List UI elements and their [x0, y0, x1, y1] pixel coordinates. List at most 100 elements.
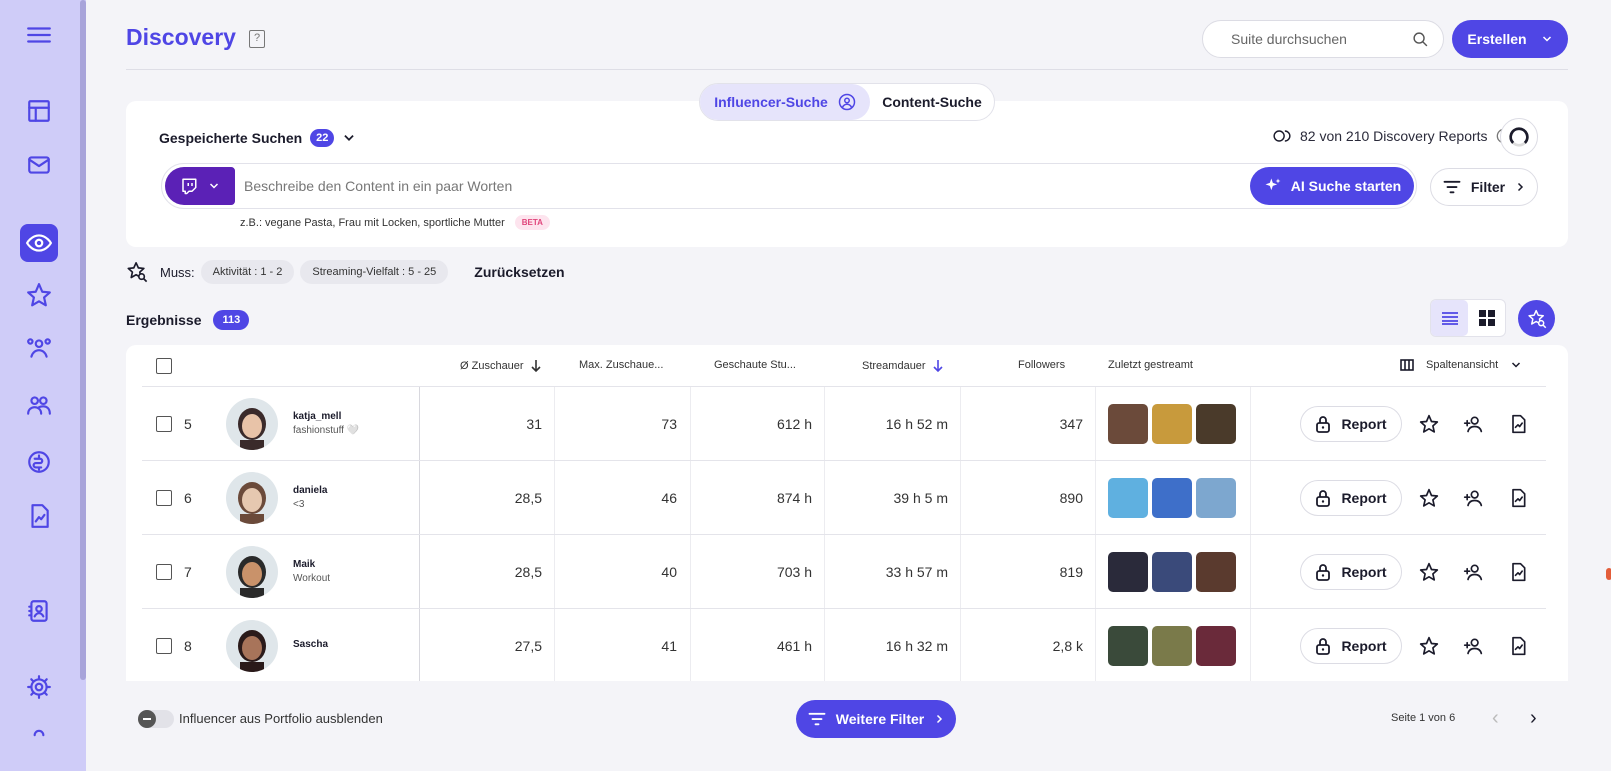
influencer-info[interactable]: daniela <3: [293, 461, 327, 534]
create-button[interactable]: Erstellen: [1452, 20, 1568, 58]
tab-influencer-search[interactable]: Influencer-Suche: [700, 84, 870, 120]
game-thumbnail[interactable]: [1108, 477, 1148, 518]
avatar[interactable]: [226, 535, 278, 608]
report-button[interactable]: Report: [1300, 535, 1402, 608]
col-hours-watched[interactable]: Geschaute Stu...: [714, 359, 796, 371]
chevron-down-icon: [344, 135, 355, 141]
col-last-streamed[interactable]: Zuletzt gestreamt: [1108, 359, 1193, 371]
avatar[interactable]: [226, 609, 278, 681]
filter-chip-streaming-variety[interactable]: Streaming-Vielfalt : 5 - 25: [300, 260, 449, 284]
table-row[interactable]: 8 Sascha 27,5 41 461 h 16 h 32 m 2,8 k R…: [142, 609, 1546, 681]
export-pdf-icon[interactable]: [1508, 561, 1530, 583]
game-thumbnail[interactable]: [1152, 625, 1192, 666]
export-pdf-icon[interactable]: [1508, 487, 1530, 509]
favorite-star-icon[interactable]: [1419, 487, 1441, 509]
row-checkbox[interactable]: [156, 387, 172, 460]
export-pdf-icon[interactable]: [1508, 413, 1530, 435]
reports-progress-button[interactable]: [1500, 118, 1538, 156]
star-icon[interactable]: [20, 276, 58, 314]
row-checkbox[interactable]: [156, 461, 172, 534]
game-thumbnail[interactable]: [1196, 403, 1236, 444]
ai-search-button[interactable]: AI Suche starten: [1250, 167, 1414, 205]
game-thumbnail[interactable]: [1108, 403, 1148, 444]
users-icon[interactable]: [20, 386, 58, 424]
influencer-handle[interactable]: Sascha: [293, 639, 328, 650]
favorite-star-icon[interactable]: [1419, 413, 1441, 435]
export-pdf-icon[interactable]: [1508, 635, 1530, 657]
column-view-dropdown[interactable]: Spaltenansicht: [1400, 359, 1522, 371]
prev-page-button[interactable]: ‹: [1492, 707, 1499, 730]
influencer-info[interactable]: Maik Workout: [293, 535, 330, 608]
table-row[interactable]: 6 daniela <3 28,5 46 874 h 39 h 5 m 890: [142, 461, 1546, 535]
table-row[interactable]: 5 katja_mell fashionstuff 🤍 31 73 612 h …: [142, 387, 1546, 461]
report-button[interactable]: Report: [1300, 609, 1402, 681]
game-thumbnail[interactable]: [1196, 625, 1236, 666]
col-viewers[interactable]: Ø Zuschauer: [460, 359, 542, 373]
add-user-icon[interactable]: [1463, 487, 1485, 509]
content-prompt-input[interactable]: [244, 167, 1244, 205]
suite-search-input[interactable]: Suite durchsuchen: [1202, 20, 1444, 58]
portfolio-toggle[interactable]: [138, 710, 174, 728]
col-max-viewers[interactable]: Max. Zuschaue...: [579, 359, 663, 371]
game-thumbnail[interactable]: [1196, 477, 1236, 518]
filter-button[interactable]: Filter: [1430, 168, 1538, 206]
mail-icon[interactable]: [20, 146, 58, 184]
gear-icon[interactable]: [20, 668, 58, 706]
chart-doc-icon[interactable]: [20, 497, 58, 535]
favorite-star-icon[interactable]: [1419, 635, 1441, 657]
report-button[interactable]: Report: [1300, 387, 1402, 460]
influencer-handle[interactable]: Maik: [293, 559, 315, 570]
game-thumbnail[interactable]: [1196, 551, 1236, 592]
influencer-info[interactable]: Sascha: [293, 609, 328, 681]
add-user-icon[interactable]: [1463, 635, 1485, 657]
game-thumbnail[interactable]: [1152, 477, 1192, 518]
col-stream-duration[interactable]: Streamdauer: [862, 359, 944, 373]
contact-book-icon[interactable]: [20, 592, 58, 630]
coin-icon[interactable]: [20, 443, 58, 481]
filter-chip-activity[interactable]: Aktivität : 1 - 2: [200, 260, 295, 284]
row-checkbox[interactable]: [156, 535, 172, 608]
table-row[interactable]: 7 Maik Workout 28,5 40 703 h 33 h 57 m 8…: [142, 535, 1546, 609]
hamburger-icon[interactable]: [20, 16, 58, 54]
report-button[interactable]: Report: [1300, 461, 1402, 534]
list-view-button[interactable]: [1431, 300, 1468, 336]
avatar[interactable]: [226, 387, 278, 460]
influencer-info[interactable]: katja_mell fashionstuff 🤍: [293, 387, 359, 460]
row-checkbox[interactable]: [156, 609, 172, 681]
next-page-button[interactable]: ›: [1530, 707, 1537, 730]
game-thumbnail[interactable]: [1108, 625, 1148, 666]
col-followers[interactable]: Followers: [1018, 359, 1065, 371]
saved-searches-dropdown[interactable]: Gespeicherte Suchen 22: [159, 129, 356, 147]
add-user-icon[interactable]: [1463, 561, 1485, 583]
help-icon[interactable]: [20, 720, 58, 740]
eye-icon[interactable]: [20, 224, 58, 262]
search-icon: [1413, 31, 1428, 46]
game-thumbnail[interactable]: [1152, 551, 1192, 592]
avatar[interactable]: [226, 461, 278, 534]
influencer-handle[interactable]: daniela: [293, 485, 327, 496]
chevron-down-icon: [1542, 36, 1551, 42]
cell-followers: 347: [1059, 415, 1083, 432]
col-followers-label: Followers: [1018, 359, 1066, 371]
favorite-star-icon[interactable]: [1419, 561, 1441, 583]
ai-search-label: AI Suche starten: [1290, 178, 1402, 194]
add-user-icon[interactable]: [1463, 413, 1485, 435]
people-network-icon[interactable]: [20, 329, 58, 367]
influencer-bio: fashionstuff 🤍: [293, 425, 360, 436]
must-label: Muss:: [160, 264, 195, 280]
favorite-search-button[interactable]: [1518, 300, 1555, 337]
column-view-label: Spaltenansicht: [1426, 359, 1499, 371]
platform-select[interactable]: [165, 167, 235, 205]
grid-view-button[interactable]: [1468, 300, 1505, 336]
last-streamed-thumbs: [1108, 461, 1240, 534]
influencer-handle[interactable]: katja_mell: [293, 411, 341, 422]
col-viewers-label: Ø Zuschauer: [460, 360, 524, 372]
game-thumbnail[interactable]: [1152, 403, 1192, 444]
help-book-icon[interactable]: ?: [249, 30, 265, 48]
reset-filters-button[interactable]: Zurücksetzen: [474, 264, 564, 280]
tab-content-search[interactable]: Content-Suche: [870, 84, 994, 120]
select-all-checkbox[interactable]: [156, 358, 172, 374]
game-thumbnail[interactable]: [1108, 551, 1148, 592]
more-filters-button[interactable]: Weitere Filter: [796, 700, 956, 738]
layout-icon[interactable]: [20, 92, 58, 130]
